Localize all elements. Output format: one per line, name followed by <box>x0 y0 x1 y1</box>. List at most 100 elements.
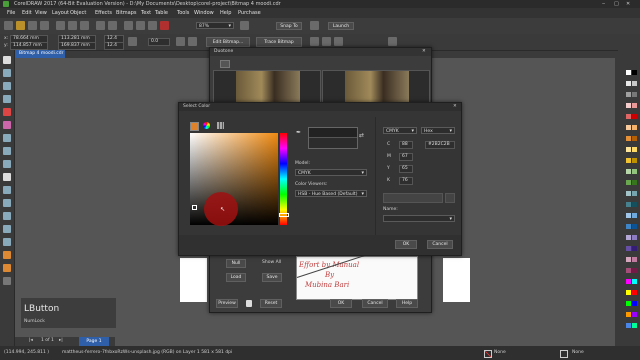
height-field[interactable]: 169.837 mm <box>58 42 96 50</box>
trace-bitmap-button[interactable]: Trace Bitmap <box>256 37 302 47</box>
close-icon[interactable]: ✕ <box>626 1 634 7</box>
palette-swatch[interactable] <box>632 81 637 86</box>
pick-tool-icon[interactable] <box>3 56 11 64</box>
add-tool-icon[interactable] <box>3 277 11 285</box>
palette-swatch[interactable] <box>626 268 631 273</box>
palette-swatch[interactable] <box>626 191 631 196</box>
color-harmony-mode-icon[interactable] <box>203 122 210 129</box>
palette-swatch[interactable] <box>626 81 631 86</box>
hue-slider-handle[interactable] <box>279 213 289 217</box>
rectangle-tool-icon[interactable] <box>3 134 11 142</box>
palette-swatch[interactable] <box>626 312 631 317</box>
lock-icon[interactable] <box>246 300 252 307</box>
save-button[interactable]: Save <box>262 273 282 282</box>
palette-swatch[interactable] <box>632 268 637 273</box>
menu-item-table[interactable]: Table <box>155 10 168 16</box>
palette-swatch[interactable] <box>626 114 631 119</box>
export-icon[interactable] <box>148 21 157 30</box>
null-button[interactable]: Null <box>226 259 246 268</box>
menu-item-window[interactable]: Window <box>194 10 214 16</box>
palette-swatch[interactable] <box>632 202 637 207</box>
publish-pdf-icon[interactable] <box>160 21 169 30</box>
snap-to-button[interactable]: Snap To <box>276 22 302 30</box>
palette-swatch[interactable] <box>626 301 631 306</box>
show-all-label[interactable]: Show All <box>262 260 281 265</box>
menu-item-view[interactable]: View <box>35 10 47 16</box>
palette-swatch[interactable] <box>632 180 637 185</box>
hex-field[interactable]: #2B2C2B <box>425 141 455 149</box>
menu-item-text[interactable]: Text <box>141 10 151 16</box>
palette-swatch[interactable] <box>626 103 631 108</box>
outline-icon[interactable] <box>560 350 568 358</box>
palette-swatch[interactable] <box>626 147 631 152</box>
duotone-close-icon[interactable]: ✕ <box>422 49 426 54</box>
menu-item-effects[interactable]: Effects <box>95 10 112 16</box>
page-next-icon[interactable]: ▸| <box>59 338 63 343</box>
palette-swatch[interactable] <box>632 70 637 75</box>
palette-swatch[interactable] <box>632 169 637 174</box>
settings-icon[interactable] <box>388 37 397 46</box>
open-icon[interactable] <box>16 21 25 30</box>
value-model-select[interactable]: CMYK <box>383 127 417 135</box>
lock-ratio-icon[interactable] <box>128 37 137 46</box>
artistic-media-icon[interactable] <box>3 121 11 129</box>
duotone-help-button[interactable]: Help <box>396 299 418 308</box>
duotone-ok-button[interactable]: OK <box>330 299 352 308</box>
minimize-icon[interactable]: ‒ <box>602 1 610 7</box>
save-icon[interactable] <box>28 21 37 30</box>
print-icon[interactable] <box>40 21 49 30</box>
select-color-cancel-button[interactable]: Cancel <box>427 240 453 249</box>
palette-swatch[interactable] <box>626 180 631 185</box>
color-eyedropper-icon[interactable] <box>3 238 11 246</box>
zoom-tool-icon[interactable] <box>3 95 11 103</box>
palette-swatch[interactable] <box>632 301 637 306</box>
crop-tool-icon[interactable] <box>3 82 11 90</box>
menu-item-object[interactable]: Object <box>70 10 86 16</box>
palette-swatch[interactable] <box>632 312 637 317</box>
cut-icon[interactable] <box>56 21 65 30</box>
c-field[interactable]: 88 <box>399 141 413 149</box>
scale-y-field[interactable]: 12.4 <box>104 42 124 50</box>
palette-swatch[interactable] <box>632 279 637 284</box>
y-field[interactable]: 114.857 mm <box>10 42 48 50</box>
shape-tool-icon[interactable] <box>3 69 11 77</box>
m-field[interactable]: 67 <box>399 153 413 161</box>
ellipse-tool-icon[interactable] <box>3 147 11 155</box>
color-viewers-select[interactable]: HSB - Hue Based (Default) <box>295 190 367 198</box>
drop-shadow-icon[interactable] <box>3 212 11 220</box>
duotone-cancel-button[interactable]: Cancel <box>362 299 388 308</box>
color-viewer-mode-icon[interactable] <box>190 122 199 131</box>
menu-item-edit[interactable]: Edit <box>22 10 32 16</box>
model-select[interactable]: CMYK <box>295 169 367 177</box>
page-tab[interactable]: Page 1 <box>79 337 109 346</box>
paste-icon[interactable] <box>80 21 89 30</box>
palette-swatch[interactable] <box>626 257 631 262</box>
palette-swatch[interactable] <box>626 323 631 328</box>
eyedropper-icon[interactable]: ✒ <box>296 129 302 136</box>
select-color-ok-button[interactable]: OK <box>395 240 417 249</box>
palette-swatch[interactable] <box>626 136 631 141</box>
palette-swatch[interactable] <box>632 257 637 262</box>
swap-colors-icon[interactable]: ⇄ <box>359 132 364 139</box>
search-icon[interactable] <box>124 21 133 30</box>
palette-swatch[interactable] <box>632 235 637 240</box>
menu-item-tools[interactable]: Tools <box>177 10 189 16</box>
k-field[interactable]: 76 <box>399 177 413 185</box>
text-tool-icon[interactable] <box>3 173 11 181</box>
crop-icon[interactable] <box>334 37 343 46</box>
copy-icon[interactable] <box>68 21 77 30</box>
mirror-horizontal-icon[interactable] <box>176 37 185 46</box>
launch-button[interactable]: Launch <box>328 22 354 30</box>
palette-swatch[interactable] <box>626 202 631 207</box>
polygon-tool-icon[interactable] <box>3 160 11 168</box>
preview-button[interactable]: Preview <box>216 299 238 308</box>
zoom-select[interactable]: 87% <box>196 22 234 30</box>
menu-item-bitmaps[interactable]: Bitmaps <box>116 10 137 16</box>
menu-item-purchase[interactable]: Purchase <box>238 10 261 16</box>
y-field-cmyk[interactable]: 65 <box>399 165 413 173</box>
connector-tool-icon[interactable] <box>3 199 11 207</box>
redo-icon[interactable] <box>108 21 117 30</box>
palette-swatch[interactable] <box>632 191 637 196</box>
palette-swatch[interactable] <box>626 279 631 284</box>
fill-icon[interactable] <box>484 350 492 358</box>
